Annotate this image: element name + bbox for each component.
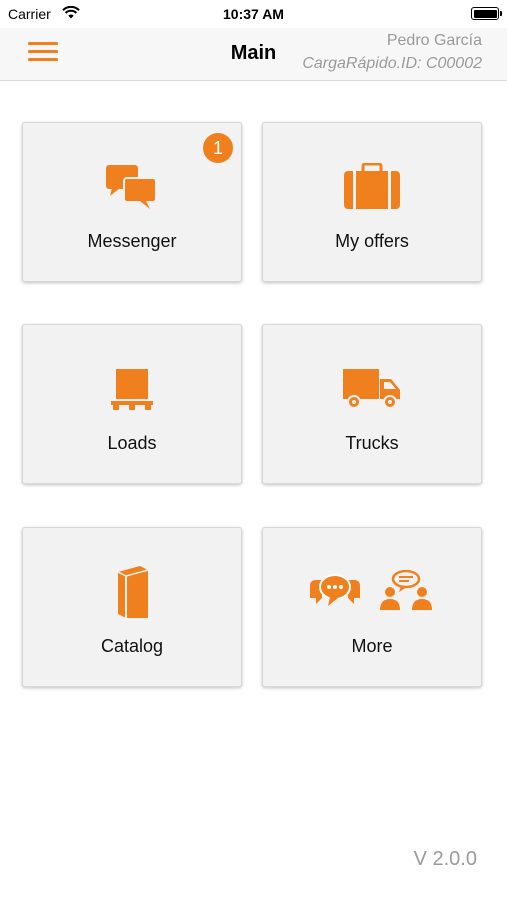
trucks-tile[interactable]: Trucks: [262, 324, 482, 484]
chat-bubbles-icon: [23, 159, 241, 215]
more-label: More: [351, 636, 393, 656]
catalog-tile[interactable]: Catalog: [22, 527, 242, 687]
book-icon: [23, 564, 241, 620]
messenger-label: Messenger: [87, 231, 177, 251]
app-version: V 2.0.0: [413, 848, 477, 870]
my-offers-label: My offers: [335, 231, 409, 251]
briefcase-icon: [263, 159, 481, 215]
user-id: CargaRápido.ID: C00002: [302, 55, 482, 72]
loads-label: Loads: [107, 433, 157, 453]
messenger-tile[interactable]: 1 Messenger: [22, 122, 242, 282]
more-tile[interactable]: More: [262, 527, 482, 687]
my-offers-tile[interactable]: My offers: [262, 122, 482, 282]
user-name: Pedro García: [386, 32, 482, 49]
catalog-label: Catalog: [100, 636, 164, 656]
status-bar: Carrier 10:37 AM: [0, 0, 507, 28]
clock: 10:37 AM: [223, 6, 284, 22]
navigation-bar: Main Pedro García CargaRápido.ID: C00002: [0, 28, 507, 81]
truck-icon: [263, 361, 481, 417]
pallet-box-icon: [23, 361, 241, 417]
loads-tile[interactable]: Loads: [22, 324, 242, 484]
trucks-label: Trucks: [345, 433, 399, 453]
battery-icon: [471, 7, 502, 20]
community-chat-icon: [263, 564, 481, 620]
